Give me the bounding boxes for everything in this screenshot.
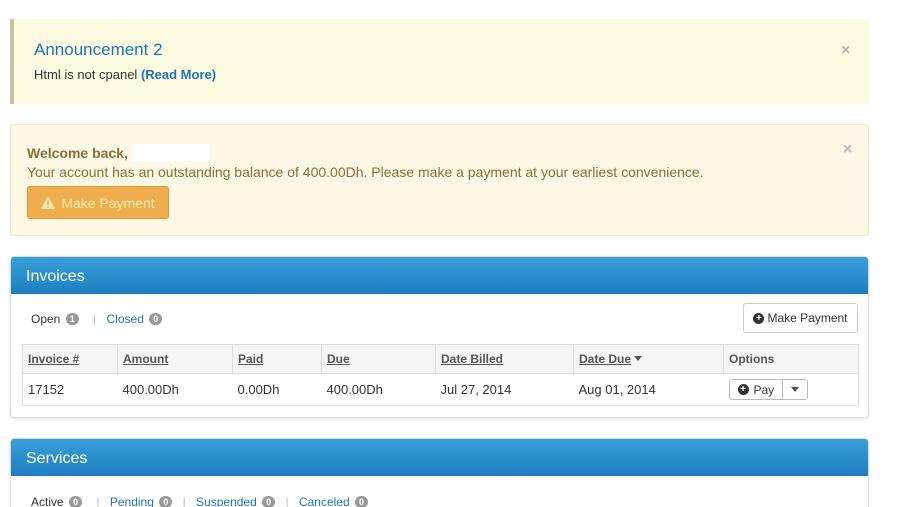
make-payment-button[interactable]: + Make Payment bbox=[743, 303, 858, 333]
filter-closed[interactable]: Closed 0 bbox=[107, 312, 163, 326]
column-header[interactable]: Paid bbox=[238, 352, 263, 366]
plus-circle-icon: + bbox=[737, 384, 749, 395]
make-payment-button[interactable]: Make Payment bbox=[27, 186, 169, 219]
service-filters: Active 0 | Pending 0 | Suspended 0 | Can… bbox=[31, 495, 368, 507]
invoice-number[interactable]: 17152 bbox=[22, 373, 118, 406]
make-payment-label: Make Payment bbox=[61, 194, 155, 211]
col-amount[interactable]: Amount bbox=[117, 344, 233, 374]
invoice-filters: Open 1 | Closed 0 bbox=[31, 312, 163, 326]
filter-label: Closed bbox=[106, 312, 144, 326]
col-paid[interactable]: Paid bbox=[232, 344, 322, 374]
announcement-box: Announcement 2 Html is not cpanel (Read … bbox=[10, 19, 869, 104]
count-badge: 0 bbox=[354, 496, 368, 507]
table-header-row: Invoice # Amount Paid Due Date Billed Da… bbox=[22, 344, 859, 374]
close-icon[interactable]: × bbox=[843, 142, 852, 158]
invoices-header: Invoices bbox=[11, 257, 868, 294]
redacted-username bbox=[131, 144, 210, 161]
make-payment-label: Make Payment bbox=[767, 311, 848, 325]
chevron-down-icon bbox=[791, 387, 800, 392]
invoice-due: 400.00Dh bbox=[321, 373, 436, 406]
invoice-date-due: Aug 01, 2014 bbox=[573, 373, 724, 406]
announcement-text: Html is not cpanel bbox=[34, 67, 138, 82]
count-badge: 0 bbox=[159, 496, 173, 507]
invoices-panel: Invoices Open 1 | Closed 0 + Make Paymen… bbox=[10, 256, 869, 418]
count-badge: 0 bbox=[69, 496, 83, 507]
divider: | bbox=[93, 312, 97, 326]
col-due[interactable]: Due bbox=[321, 344, 436, 374]
column-header[interactable]: Invoice # bbox=[28, 352, 79, 366]
plus-circle-icon: + bbox=[753, 312, 765, 324]
filter-label: Pending bbox=[109, 495, 154, 507]
filter-label: Active bbox=[31, 495, 64, 507]
announcement-title: Announcement 2 bbox=[34, 40, 163, 59]
read-more-link[interactable]: (Read More) bbox=[141, 67, 216, 82]
column-header[interactable]: Due bbox=[327, 352, 350, 366]
filter-open[interactable]: Open 1 bbox=[31, 312, 79, 326]
welcome-text: Welcome back, bbox=[27, 145, 128, 161]
pay-label: Pay bbox=[753, 382, 775, 397]
column-header[interactable]: Date Due bbox=[579, 352, 631, 366]
filter-pending[interactable]: Pending 0 bbox=[109, 495, 173, 507]
col-invoice[interactable]: Invoice # bbox=[22, 344, 118, 374]
sort-caret-icon bbox=[634, 356, 643, 361]
services-header: Services bbox=[11, 439, 868, 476]
pay-button[interactable]: + Pay bbox=[730, 380, 784, 399]
count-badge: 0 bbox=[149, 313, 163, 325]
announcement-body: Html is not cpanel (Read More) bbox=[34, 67, 216, 82]
table-row[interactable]: 17152 400.00Dh 0.00Dh 400.00Dh Jul 27, 2… bbox=[22, 373, 859, 406]
invoice-options: + Pay bbox=[723, 373, 859, 406]
col-date-due[interactable]: Date Due bbox=[573, 344, 724, 374]
balance-message: Your account has an outstanding balance … bbox=[27, 164, 704, 180]
pay-split-button: + Pay bbox=[728, 379, 809, 400]
invoice-date-billed: Jul 27, 2014 bbox=[435, 373, 574, 406]
col-options: Options bbox=[723, 344, 859, 374]
pay-dropdown-toggle[interactable] bbox=[783, 380, 807, 399]
invoice-amount: 400.00Dh bbox=[117, 373, 233, 406]
filter-label: Canceled bbox=[298, 495, 350, 507]
column-header[interactable]: Amount bbox=[123, 352, 168, 366]
filter-canceled[interactable]: Canceled 0 bbox=[299, 495, 368, 507]
divider: | bbox=[182, 495, 186, 507]
divider: | bbox=[285, 495, 289, 507]
count-badge: 0 bbox=[262, 496, 276, 507]
services-panel: Services Active 0 | Pending 0 | Suspende… bbox=[10, 438, 869, 507]
count-badge: 1 bbox=[65, 313, 79, 325]
column-header[interactable]: Date Billed bbox=[441, 352, 503, 366]
invoices-table: Invoice # Amount Paid Due Date Billed Da… bbox=[22, 344, 859, 406]
balance-alert: Welcome back, Your account has an outsta… bbox=[10, 124, 869, 236]
col-date-billed[interactable]: Date Billed bbox=[435, 344, 574, 374]
warning-icon bbox=[41, 196, 56, 209]
filter-label: Suspended bbox=[196, 495, 257, 507]
close-icon[interactable]: × bbox=[841, 43, 850, 59]
welcome-greeting: Welcome back, bbox=[27, 144, 210, 161]
filter-suspended[interactable]: Suspended 0 bbox=[196, 495, 276, 507]
filter-label: Open bbox=[31, 312, 61, 326]
divider: | bbox=[96, 495, 100, 507]
invoice-paid: 0.00Dh bbox=[232, 373, 322, 406]
filter-active[interactable]: Active 0 bbox=[31, 495, 83, 507]
